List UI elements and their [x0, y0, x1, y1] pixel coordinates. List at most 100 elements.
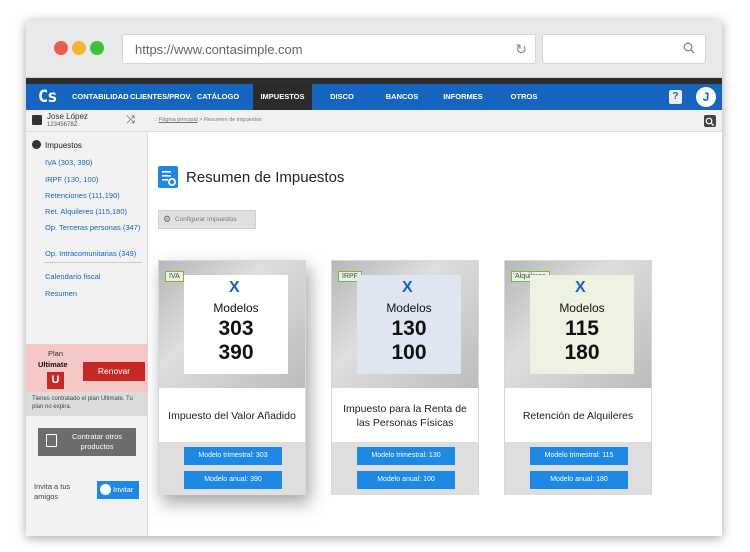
user-avatar[interactable]: J [696, 87, 716, 107]
sidebar-item-intracomunitarias[interactable]: Op. Intracomunitarias (349) [45, 249, 145, 258]
browser-search-input[interactable] [542, 34, 706, 64]
breadcrumb: :: Página principal > Resumen de impuest… [148, 110, 722, 132]
help-icon[interactable]: ? [669, 90, 682, 104]
main-content: Resumen de Impuestos ⚙ Configurar impues… [148, 132, 722, 536]
switch-company-icon[interactable]: ⤨ [126, 114, 135, 127]
sidebar-section-title: Impuestos [45, 141, 82, 150]
nav-item-catalogo[interactable]: CATÁLOGO [194, 84, 242, 110]
top-navigation: Cs CONTABILIDAD CLIENTES/PROV. CATÁLOGO … [26, 84, 722, 127]
globe-icon [100, 484, 111, 495]
card-footer: Modelo trimestral: 130 Modelo anual: 100 [332, 442, 478, 495]
contract-products-label: Contratar otros productos [71, 432, 123, 451]
breadcrumb-home-link[interactable]: Página principal [159, 117, 198, 123]
plan-name: Ultimate [38, 360, 68, 369]
sidebar: Impuestos IVA (303, 390) IRPF (130, 100)… [26, 132, 148, 536]
card-panel: X Modelos 303 390 [184, 275, 288, 374]
sidebar-item-calendario[interactable]: Calendario fiscal [45, 272, 145, 281]
card-models-label: Modelos [213, 301, 259, 315]
invite-text: Invita a tus amigos [34, 482, 71, 501]
tax-card-iva[interactable]: IVA X Modelos 303 390 Impuesto del Valor… [158, 260, 306, 495]
invite-button[interactable]: Invitar [97, 481, 139, 499]
card-background: IVA X Modelos 303 390 [159, 261, 305, 388]
contract-products-button[interactable]: Contratar otros productos [38, 428, 136, 456]
sidebar-item-resumen[interactable]: Resumen [45, 289, 145, 298]
address-bar-url: https://www.contasimple.com [135, 42, 303, 57]
minimize-window-button[interactable] [72, 41, 86, 55]
sidebar-item-irpf[interactable]: IRPF (130, 100) [45, 175, 145, 184]
card-model-number: 130 [391, 317, 427, 340]
tax-card-irpf[interactable]: IRPF X Modelos 130 100 Impuesto para la … [331, 260, 479, 495]
user-card-icon [32, 115, 42, 125]
contasimple-logo[interactable]: Cs [38, 87, 58, 107]
sidebar-item-ret-alquileres[interactable]: Ret. Alquileres (115,180) [45, 207, 145, 216]
invite-button-label: Invitar [113, 485, 134, 494]
breadcrumb-current: Resumen de impuestos [204, 117, 262, 123]
card-footer: Modelo trimestral: 303 Modelo anual: 390 [159, 442, 305, 495]
card-tax-name: Impuesto del Valor Añadido [168, 409, 296, 422]
card-model-number: 100 [391, 341, 427, 364]
pie-chart-icon [32, 140, 41, 149]
user-bar: Jose López 12345678Z ⤨ [26, 110, 148, 132]
quarterly-model-button[interactable]: Modelo trimestral: 115 [530, 447, 628, 465]
renew-button[interactable]: Renovar [83, 362, 145, 381]
card-panel: X Modelos 115 180 [530, 275, 634, 374]
plan-box: Plan Ultimate U Renovar [26, 344, 148, 392]
agencia-tributaria-logo: X [402, 279, 413, 296]
configure-taxes-label: Configurar impuestos [175, 216, 237, 223]
annual-model-button[interactable]: Modelo anual: 180 [530, 471, 628, 489]
sidebar-item-retenciones[interactable]: Retenciones (111,190) [45, 191, 145, 200]
nav-item-informes[interactable]: INFORMES [438, 84, 488, 110]
gear-icon: ⚙ [163, 214, 172, 224]
quarterly-model-button[interactable]: Modelo trimestral: 303 [184, 447, 282, 465]
search-icon [683, 42, 695, 54]
agencia-tributaria-logo: X [575, 279, 586, 296]
sidebar-item-iva[interactable]: IVA (303, 390) [45, 158, 145, 167]
page-title: Resumen de Impuestos [186, 169, 345, 186]
shopping-bag-icon [46, 434, 57, 447]
plan-label: Plan [48, 349, 64, 358]
card-model-number: 115 [565, 317, 599, 340]
nav-item-impuestos[interactable]: IMPUESTOS [253, 84, 312, 110]
card-panel: X Modelos 130 100 [357, 275, 461, 374]
breadcrumb-separator: > [199, 117, 203, 123]
nav-item-otros[interactable]: OTROS [506, 84, 542, 110]
card-model-number: 303 [218, 317, 254, 340]
card-footer: Modelo trimestral: 115 Modelo anual: 180 [505, 442, 651, 495]
search-icon[interactable] [704, 115, 716, 127]
card-models-label: Modelos [386, 301, 432, 315]
close-window-button[interactable] [54, 41, 68, 55]
card-background: IRPF X Modelos 130 100 [332, 261, 478, 388]
nav-item-contabilidad[interactable]: CONTABILIDAD [72, 84, 129, 110]
nav-item-disco-virtual[interactable]: DISCO VIRTUAL [314, 84, 370, 127]
card-background: Alquileres X Modelos 115 180 [505, 261, 651, 388]
plan-badge: U [47, 372, 64, 389]
card-tag: IVA [165, 271, 184, 282]
nav-item-bancos[interactable]: BANCOS [382, 84, 422, 110]
sidebar-section-impuestos[interactable]: Impuestos [32, 140, 82, 150]
user-id: 12345678Z [47, 122, 78, 128]
card-tax-name: Retención de Alquileres [522, 409, 634, 422]
card-tax-name: Impuesto para la Renta de las Personas F… [343, 402, 467, 429]
quarterly-model-button[interactable]: Modelo trimestral: 130 [357, 447, 455, 465]
card-models-label: Modelos [559, 301, 605, 315]
breadcrumb-prefix: :: [154, 117, 158, 123]
sidebar-item-terceras-personas[interactable]: Op. Terceras personas (347) [45, 223, 145, 232]
taxes-summary-icon [158, 166, 178, 188]
plan-info-text: Tienes contratado el plan Ultimate. Tu p… [26, 392, 148, 416]
address-bar[interactable]: https://www.contasimple.com ↻ [122, 34, 536, 64]
sidebar-divider [44, 262, 142, 263]
agencia-tributaria-logo: X [229, 279, 240, 296]
reload-icon[interactable]: ↻ [515, 41, 527, 58]
user-name: Jose López [47, 112, 88, 121]
maximize-window-button[interactable] [90, 41, 104, 55]
browser-chrome: https://www.contasimple.com ↻ [26, 20, 722, 78]
breadcrumb-trail: :: Página principal > Resumen de impuest… [154, 117, 262, 123]
annual-model-button[interactable]: Modelo anual: 100 [357, 471, 455, 489]
annual-model-button[interactable]: Modelo anual: 390 [184, 471, 282, 489]
card-model-number: 180 [564, 341, 600, 364]
browser-window: https://www.contasimple.com ↻ Cs CONTABI… [26, 20, 722, 536]
tax-card-alquileres[interactable]: Alquileres X Modelos 115 180 Retención d… [504, 260, 652, 495]
configure-taxes-button[interactable]: ⚙ Configurar impuestos [158, 210, 256, 229]
card-model-number: 390 [218, 341, 254, 364]
nav-item-clientes-prov[interactable]: CLIENTES/PROV. [130, 84, 192, 110]
